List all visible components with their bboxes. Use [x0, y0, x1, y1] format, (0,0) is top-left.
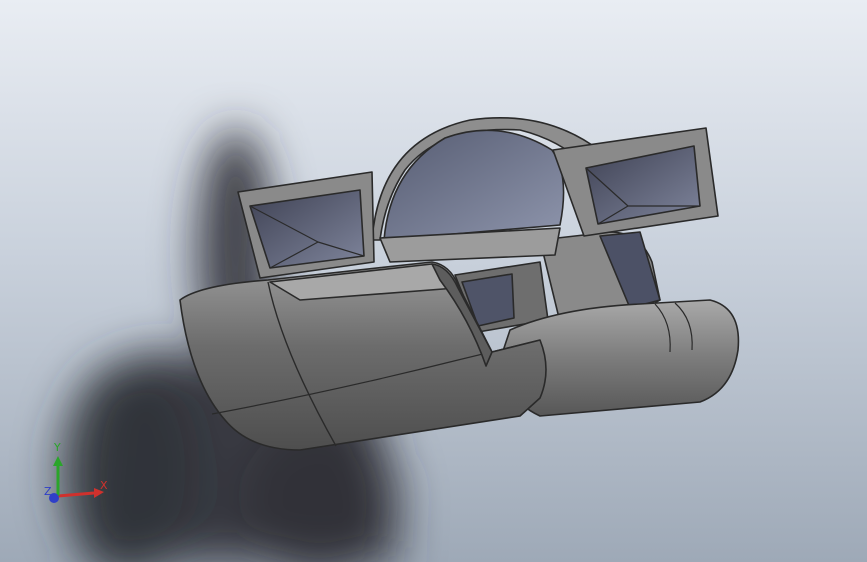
- triad-x-label: X: [100, 479, 108, 492]
- cad-model[interactable]: [179, 117, 740, 451]
- triad-z-label: Z: [44, 485, 52, 498]
- y-axis-head: [53, 456, 63, 466]
- scene-canvas: [60, 117, 740, 562]
- x-axis-arrow: [57, 491, 95, 498]
- triad-y-label: Y: [54, 441, 61, 454]
- cad-graphics-viewport[interactable]: X Y Z: [0, 0, 867, 562]
- triad-axes-icon: [49, 456, 104, 503]
- coordinate-triad[interactable]: X Y Z: [38, 438, 118, 518]
- dome-glass: [383, 129, 565, 241]
